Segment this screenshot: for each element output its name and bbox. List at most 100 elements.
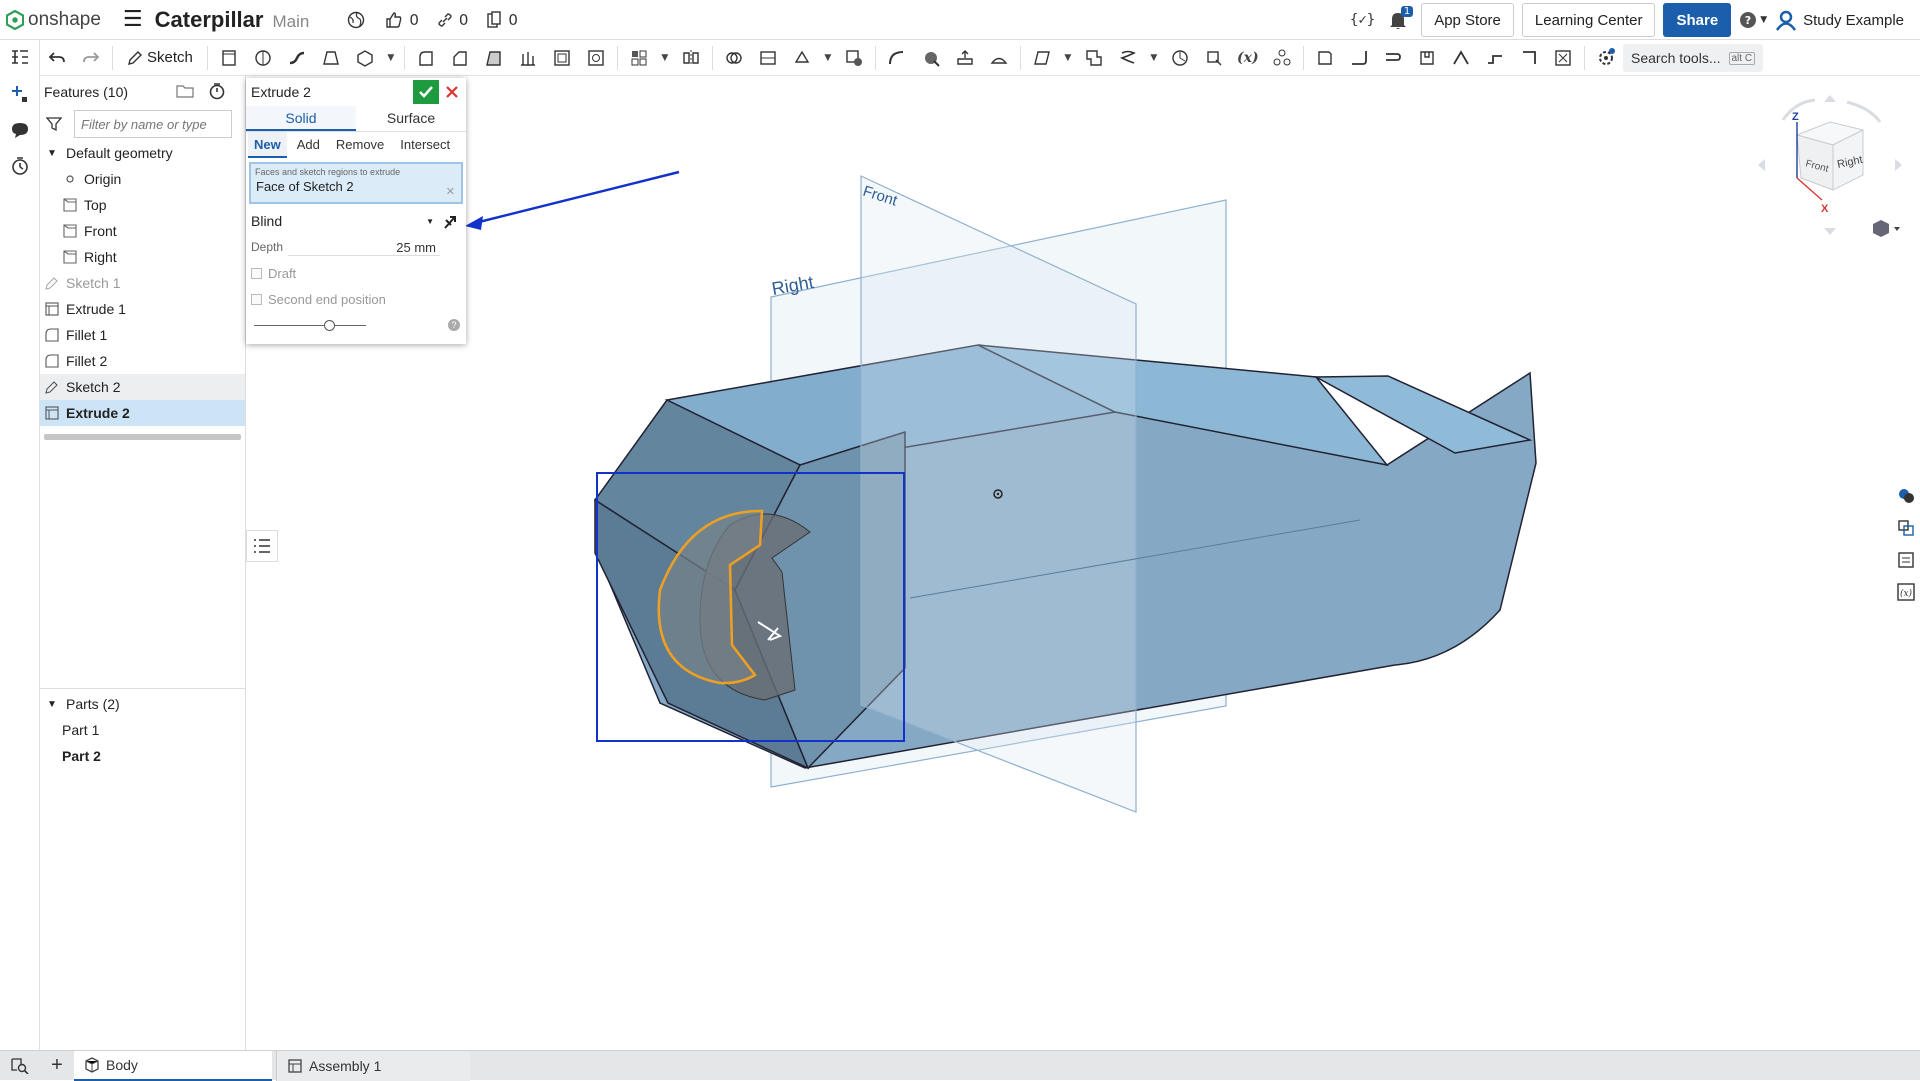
view-cube-rotate-arrow[interactable] (1824, 228, 1836, 235)
clear-selection-icon[interactable]: ✕ (446, 185, 455, 198)
view-cube-rotate-arrow[interactable] (1824, 95, 1836, 102)
faces-selection-field[interactable]: Faces and sketch regions to extrude Face… (249, 162, 463, 204)
move-face-icon[interactable] (952, 45, 978, 71)
document-title[interactable]: Caterpillar (155, 7, 264, 33)
feature-list-icon[interactable] (0, 40, 40, 76)
tab-surface[interactable]: Surface (356, 106, 466, 131)
preview-slider-track[interactable] (254, 325, 366, 326)
menu-icon[interactable]: ☰ (123, 7, 143, 32)
rollback-bar[interactable] (44, 434, 241, 440)
corner-icon[interactable] (1516, 45, 1542, 71)
op-new[interactable]: New (248, 132, 287, 158)
delete-face-icon[interactable] (918, 45, 944, 71)
chamfer-icon[interactable] (447, 45, 473, 71)
add-custom-features-icon[interactable] (1593, 45, 1619, 71)
flip-direction-icon[interactable] (442, 212, 462, 233)
op-add[interactable]: Add (291, 132, 326, 158)
copies-button[interactable]: 0 (486, 11, 518, 29)
branch-label[interactable]: Main (272, 8, 309, 32)
ok-button[interactable] (413, 80, 439, 104)
view-options-cube-icon[interactable] (1873, 220, 1889, 237)
sheet-metal-icon[interactable] (1312, 45, 1338, 71)
tree-item-sketch-2[interactable]: Sketch 2 (40, 374, 245, 400)
configure-icon[interactable] (1269, 45, 1295, 71)
plane-icon[interactable] (1029, 45, 1055, 71)
draft-checkbox[interactable] (251, 267, 262, 279)
tab-solid[interactable]: Solid (246, 106, 356, 131)
add-tab-icon[interactable]: + (40, 1054, 74, 1077)
sweep-icon[interactable] (284, 45, 310, 71)
undo-icon[interactable] (44, 45, 70, 71)
cancel-button[interactable] (443, 80, 461, 104)
hole-icon[interactable] (583, 45, 609, 71)
revolve-icon[interactable] (250, 45, 276, 71)
extrude-icon[interactable] (216, 45, 242, 71)
list-toggle-button[interactable] (246, 530, 278, 562)
share-button[interactable]: Share (1663, 3, 1732, 37)
preview-slider-handle[interactable] (324, 320, 335, 331)
tree-item-front[interactable]: Front (40, 218, 245, 244)
tab-assembly-1[interactable]: Assembly 1 (276, 1050, 470, 1081)
chevron-down-icon[interactable]: ▼ (1149, 45, 1159, 71)
op-remove[interactable]: Remove (330, 132, 390, 158)
insert-icon[interactable] (0, 76, 40, 112)
replace-face-icon[interactable] (986, 45, 1012, 71)
op-intersect[interactable]: Intersect (394, 132, 456, 158)
learning-center-button[interactable]: Learning Center (1521, 3, 1656, 37)
tab-body[interactable]: Body (74, 1050, 272, 1081)
tree-item-origin[interactable]: Origin (40, 166, 245, 192)
chevron-down-icon[interactable]: ▼ (44, 696, 60, 712)
tree-item-top[interactable]: Top (40, 192, 245, 218)
tree-item-extrude-2[interactable]: Extrude 2 (40, 400, 245, 426)
rollback-timer-icon[interactable] (208, 82, 226, 103)
notifications-button[interactable]: 1 (1389, 6, 1414, 30)
shell-icon[interactable] (549, 45, 575, 71)
chevron-down-icon[interactable]: ▼ (823, 45, 833, 71)
chevron-down-icon[interactable]: ▼ (1063, 45, 1073, 71)
tree-item-part-2[interactable]: Part 2 (40, 743, 245, 769)
second-end-checkbox[interactable] (251, 293, 262, 305)
comments-icon[interactable] (0, 112, 40, 148)
measure-icon[interactable] (1167, 45, 1193, 71)
search-tabs-icon[interactable] (0, 1057, 40, 1074)
variable-table-icon[interactable]: (x) (1892, 576, 1920, 608)
modify-fillet-icon[interactable] (884, 45, 910, 71)
help-menu[interactable]: ? ▼ (1739, 11, 1767, 29)
links-button[interactable]: 0 (437, 11, 468, 29)
fillet-icon[interactable] (413, 45, 439, 71)
feature-filter-input[interactable] (74, 110, 232, 138)
chevron-down-icon[interactable]: ▼ (44, 145, 60, 161)
view-cube-rotate-arrow[interactable] (1758, 159, 1765, 171)
tree-item-right[interactable]: Right (40, 244, 245, 270)
appearance-icon[interactable] (1892, 480, 1920, 512)
view-cube-rotate-arrow[interactable] (1895, 159, 1902, 171)
flat-icon[interactable] (1550, 45, 1576, 71)
hem-icon[interactable] (1380, 45, 1406, 71)
form-icon[interactable] (1482, 45, 1508, 71)
folder-icon[interactable] (176, 84, 194, 101)
bend-icon[interactable] (1448, 45, 1474, 71)
globe-icon[interactable] (347, 11, 365, 29)
history-icon[interactable] (0, 148, 40, 184)
user-menu[interactable]: Study Example (1775, 9, 1904, 31)
tree-item-part-1[interactable]: Part 1 (40, 717, 245, 743)
like-button[interactable]: 0 (385, 11, 419, 29)
tree-item-sketch-1[interactable]: Sketch 1 (40, 270, 245, 296)
tree-item-parts[interactable]: ▼ Parts (2) (40, 691, 245, 717)
thicken-icon[interactable] (352, 45, 378, 71)
helix-icon[interactable] (1115, 45, 1141, 71)
delete-part-icon[interactable] (841, 45, 867, 71)
view-cube-orbit-arc[interactable] (1781, 98, 1816, 121)
boolean-icon[interactable] (721, 45, 747, 71)
filter-icon[interactable] (46, 116, 62, 132)
view-cube[interactable]: Front Right Z X (1755, 90, 1905, 250)
onshape-logo[interactable]: onshape (6, 9, 101, 31)
end-type-select[interactable]: Blind (251, 213, 282, 229)
chevron-down-icon[interactable]: ▼ (386, 45, 396, 71)
help-icon[interactable]: ? (448, 319, 460, 331)
chevron-down-icon[interactable]: ▼ (660, 45, 670, 71)
loft-icon[interactable] (318, 45, 344, 71)
chevron-down-icon[interactable] (1894, 227, 1900, 231)
draft-icon[interactable] (481, 45, 507, 71)
split-icon[interactable] (755, 45, 781, 71)
